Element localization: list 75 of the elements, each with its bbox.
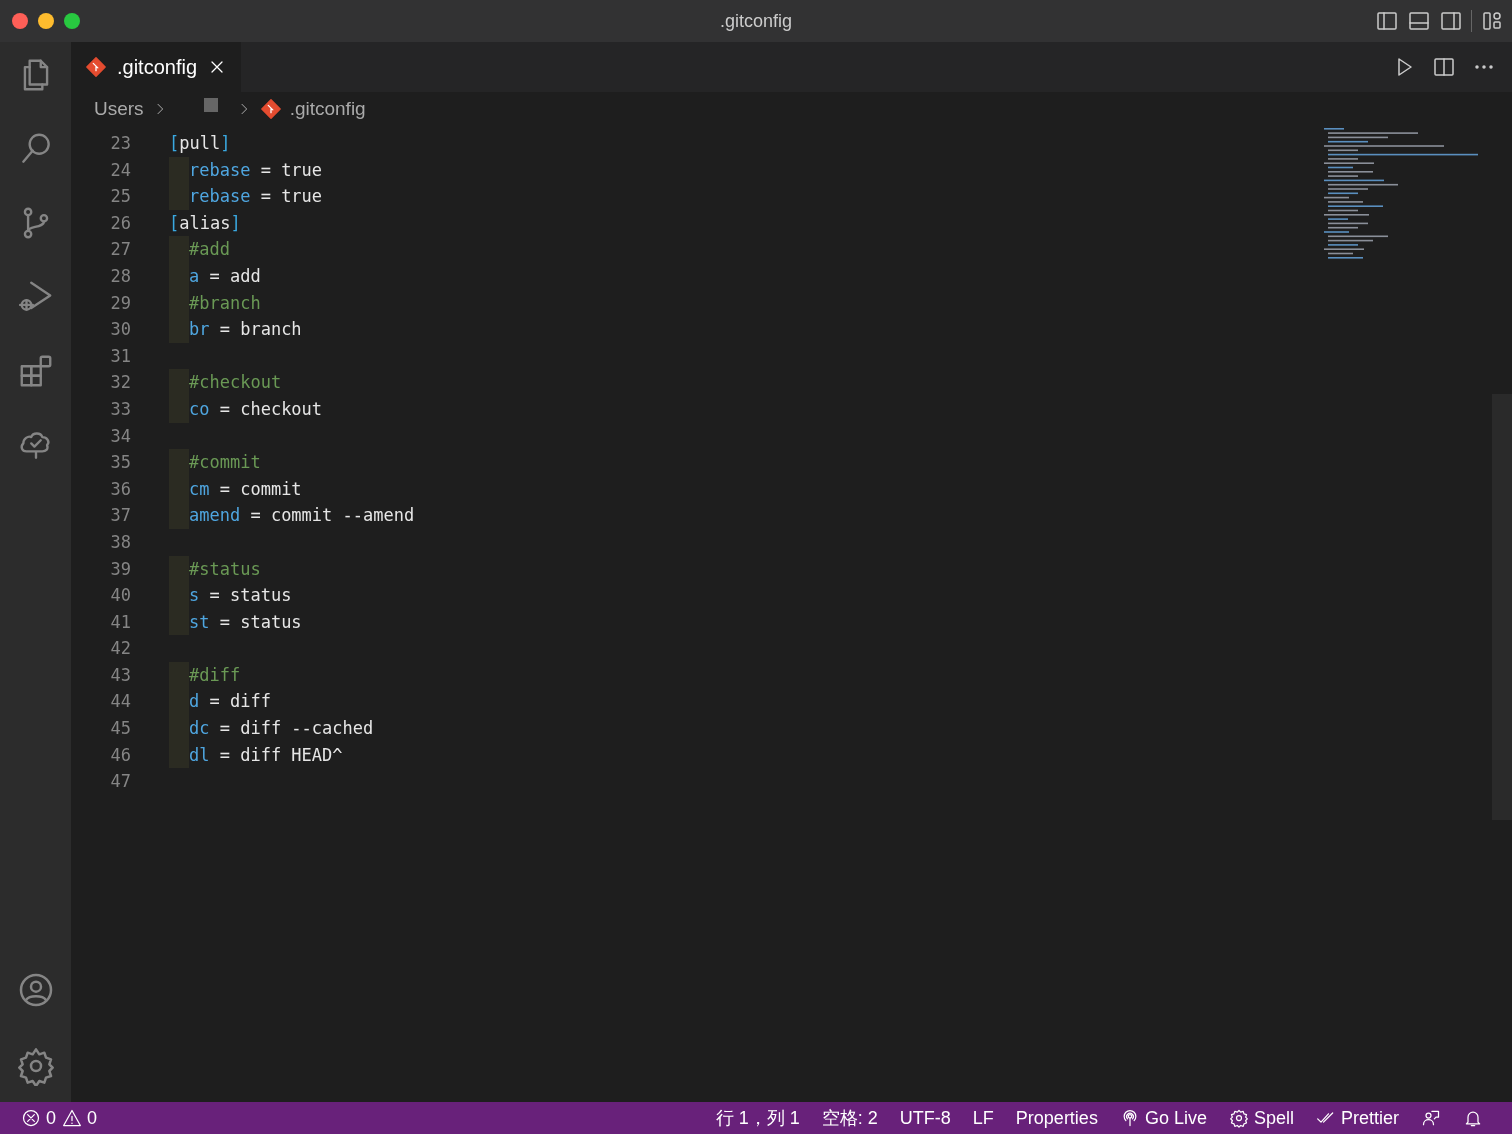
status-item[interactable]: Prettier [1304,1104,1410,1132]
line-number: 25 [109,185,131,209]
code-line: #branch [189,291,261,315]
line-number: 41 [109,610,131,634]
status-item[interactable]: UTF-8 [888,1104,962,1132]
line-number: 43 [109,663,131,687]
editor-tab[interactable]: .gitconfig [71,42,242,92]
gear-icon [1228,1108,1249,1128]
customize-layout-icon[interactable] [1480,9,1504,33]
status-item[interactable]: Properties [1004,1104,1109,1132]
breadcrumb-item[interactable]: .gitconfig [289,94,366,124]
code-line: rebase = true [189,185,323,209]
line-number: 31 [109,344,131,368]
code-line: amend = commit --amend [189,504,415,528]
line-number: 46 [109,743,131,767]
code-line: st = status [189,610,302,634]
line-number: 39 [109,557,131,581]
line-number: 36 [109,477,131,501]
line-number: 40 [109,584,131,608]
error-icon [21,1108,41,1128]
breadcrumb-item[interactable]: Users [94,94,144,124]
window-close-button[interactable] [12,13,28,29]
line-number: 24 [109,158,131,182]
code-line: s = status [189,584,292,608]
code-line: #add [189,238,230,262]
code-line: br = branch [189,318,302,342]
line-number: 38 [109,530,131,554]
line-number: 35 [109,451,131,475]
git-file-icon [85,56,107,78]
status-item[interactable]: 空格: 2 [810,1104,889,1132]
git-file-icon [259,98,282,120]
code-line: dl = diff HEAD^ [189,743,343,767]
code-line: d = diff [189,690,271,714]
window-title: .gitconfig [719,9,792,33]
window-zoom-button[interactable] [64,13,80,29]
status-item[interactable]: 行 1，列 1 [704,1104,811,1132]
code-line: #checkout [189,371,282,395]
split-editor-icon[interactable] [1432,55,1456,79]
code-line: [alias] [169,211,241,235]
redacted-block [203,98,218,112]
code-line: [pull] [169,132,231,155]
toggle-panel-icon[interactable] [1407,9,1431,33]
status-item[interactable]: LF [961,1104,1005,1132]
status-item[interactable]: Go Live [1108,1104,1218,1132]
settings-icon[interactable] [15,1046,56,1086]
window-minimize-button[interactable] [38,13,54,29]
line-number: 47 [109,770,131,794]
line-number: 45 [109,717,131,741]
line-number: 32 [109,371,131,395]
code-line: co = checkout [189,397,323,421]
line-number: 28 [109,264,131,288]
code-line: cm = commit [189,477,302,501]
line-number: 26 [109,211,131,235]
code-line: #status [189,557,261,581]
code-line: #commit [189,451,261,475]
line-number: 30 [109,318,131,342]
code-line: #diff [189,663,241,687]
line-number: 34 [109,424,131,448]
line-number: 33 [109,397,131,421]
line-number: 37 [109,504,131,528]
feedback-icon [1421,1108,1441,1128]
warning-icon [62,1108,82,1128]
line-number: 27 [109,238,131,262]
status-item[interactable]: 0 [59,1104,101,1132]
code-line: rebase = true [189,158,323,182]
status-item[interactable]: Spell [1217,1104,1305,1132]
code-line: dc = diff --cached [189,717,374,741]
status-item[interactable]: 0 [18,1104,59,1132]
line-number: 29 [109,291,131,315]
toggle-secondary-sidebar-icon[interactable] [1439,9,1463,33]
toggle-primary-sidebar-icon[interactable] [1375,9,1399,33]
line-number: 44 [109,690,131,714]
line-number: 42 [109,637,131,661]
code-line: a = add [189,264,261,288]
line-number: 23 [109,132,131,155]
